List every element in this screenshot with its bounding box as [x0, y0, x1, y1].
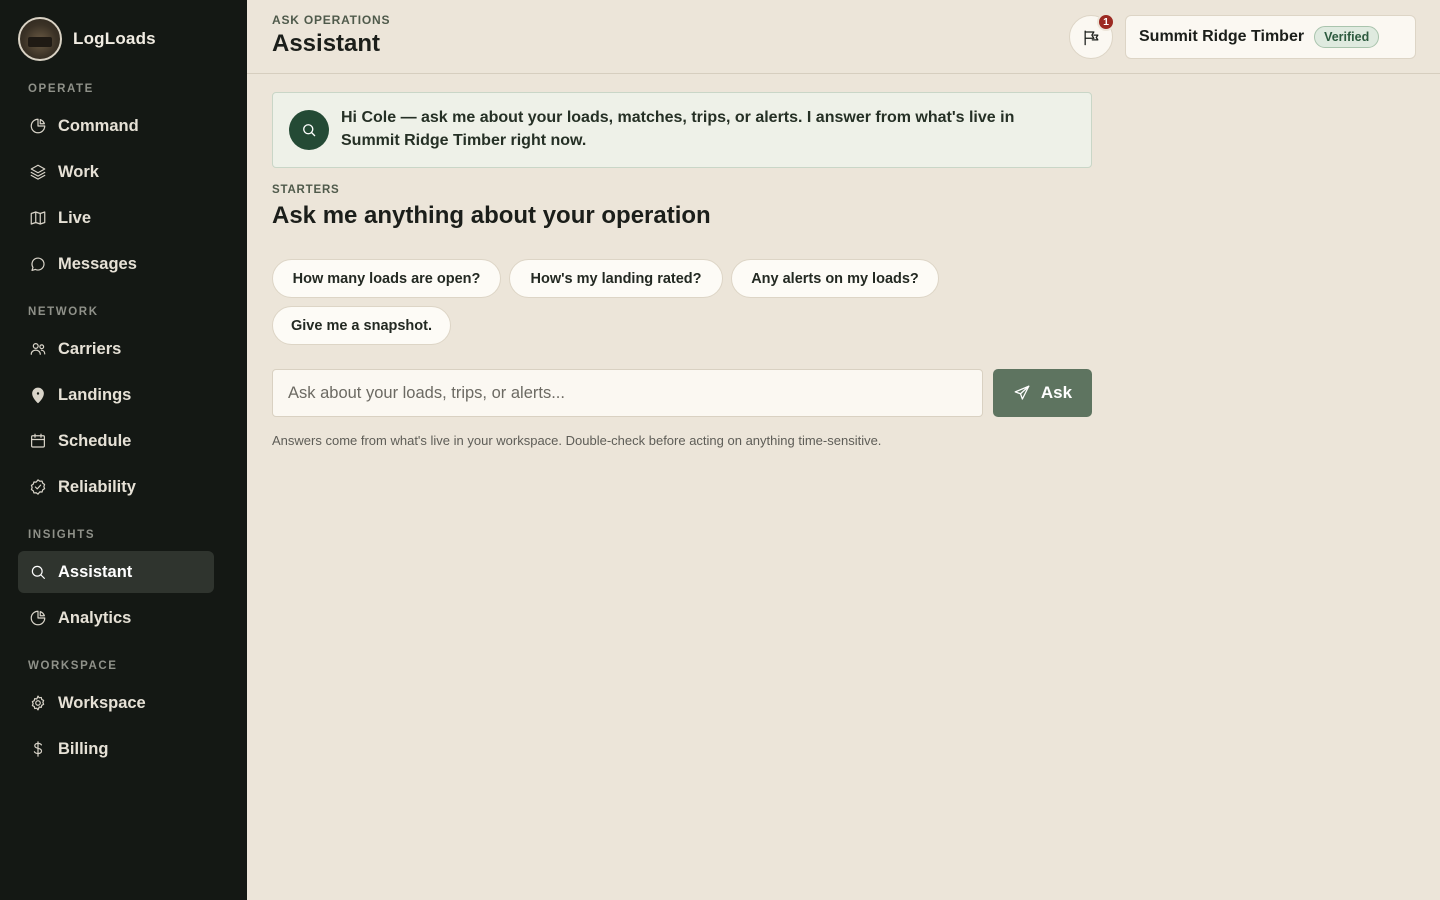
org-switcher[interactable]: Summit Ridge Timber Verified [1125, 15, 1416, 59]
sidebar-item-command[interactable]: Command [18, 105, 214, 147]
badge-check-icon [29, 478, 47, 496]
ask-input[interactable] [272, 369, 983, 417]
top-header: ASK OPERATIONS Assistant 1 Summit Ridge … [247, 0, 1440, 74]
starter-chip-alerts[interactable]: Any alerts on my loads? [731, 259, 939, 298]
ask-button-label: Ask [1040, 383, 1073, 402]
section-label-workspace: WORKSPACE [28, 660, 118, 672]
dollar-icon [29, 740, 47, 758]
map-icon [29, 209, 47, 227]
notification-count-badge: 1 [1097, 13, 1115, 31]
sidebar-item-carriers[interactable]: Carriers [18, 328, 214, 370]
sidebar-item-label: Analytics [58, 608, 132, 627]
page-eyebrow: ASK OPERATIONS [272, 13, 391, 27]
gear-icon [29, 694, 47, 712]
section-label-network: NETWORK [28, 306, 99, 318]
sidebar-item-label: Billing [58, 739, 109, 758]
sidebar-item-billing[interactable]: Billing [18, 728, 214, 770]
sidebar-item-label: Assistant [58, 562, 133, 581]
sidebar-item-label: Work [58, 162, 99, 181]
pie-chart-icon [29, 609, 47, 627]
section-label-insights: INSIGHTS [28, 529, 96, 541]
sidebar-item-label: Landings [58, 385, 132, 404]
starter-chip-open-loads[interactable]: How many loads are open? [272, 259, 501, 298]
sidebar-item-label: Carriers [58, 339, 122, 358]
page-title: Assistant [272, 30, 381, 57]
starter-chip-snapshot[interactable]: Give me a snapshot. [272, 306, 451, 345]
search-icon [29, 563, 47, 581]
sidebar-item-landings[interactable]: Landings [18, 374, 214, 416]
ask-button[interactable]: Ask [993, 369, 1092, 417]
sidebar-item-schedule[interactable]: Schedule [18, 420, 214, 462]
sidebar-item-label: Workspace [58, 693, 146, 712]
ask-disclaimer: Answers come from what's live in your wo… [272, 433, 882, 448]
sidebar-item-label: Schedule [58, 431, 132, 450]
megaphone-icon [1082, 28, 1101, 47]
org-name: Summit Ridge Timber [1139, 28, 1305, 45]
starters-label: STARTERS [272, 184, 340, 196]
send-icon [1013, 384, 1031, 402]
brand-name: LogLoads [73, 29, 156, 48]
starter-chip-landing-rating[interactable]: How's my landing rated? [509, 259, 723, 298]
notifications-button[interactable]: 1 [1069, 13, 1115, 59]
starters-title: Ask me anything about your operation [272, 202, 711, 229]
sidebar-item-label: Messages [58, 254, 137, 273]
search-icon [289, 110, 329, 150]
calendar-icon [29, 432, 47, 450]
assistant-intro-text: Hi Cole — ask me about your loads, match… [341, 109, 1015, 149]
section-label-operate: OPERATE [28, 83, 94, 95]
sidebar-item-label: Reliability [58, 477, 136, 496]
brand[interactable]: LogLoads [18, 17, 156, 61]
sidebar: LogLoads OPERATE Command Work Live Messa… [0, 0, 247, 900]
verified-badge: Verified [1314, 26, 1380, 48]
sidebar-item-work[interactable]: Work [18, 151, 214, 193]
sidebar-item-live[interactable]: Live [18, 197, 214, 239]
sidebar-item-messages[interactable]: Messages [18, 243, 214, 285]
sidebar-item-reliability[interactable]: Reliability [18, 466, 214, 508]
sidebar-item-workspace[interactable]: Workspace [18, 682, 214, 724]
brand-logo [18, 17, 62, 61]
sidebar-item-label: Command [58, 116, 139, 135]
sidebar-item-label: Live [58, 208, 92, 227]
sidebar-item-assistant[interactable]: Assistant [18, 551, 214, 593]
layers-icon [29, 163, 47, 181]
map-pin-icon [29, 386, 47, 404]
assistant-intro-card: Hi Cole — ask me about your loads, match… [272, 92, 1092, 168]
users-icon [29, 340, 47, 358]
sidebar-item-analytics[interactable]: Analytics [18, 597, 214, 639]
pie-chart-icon [29, 117, 47, 135]
chat-bubble-icon [29, 255, 47, 273]
